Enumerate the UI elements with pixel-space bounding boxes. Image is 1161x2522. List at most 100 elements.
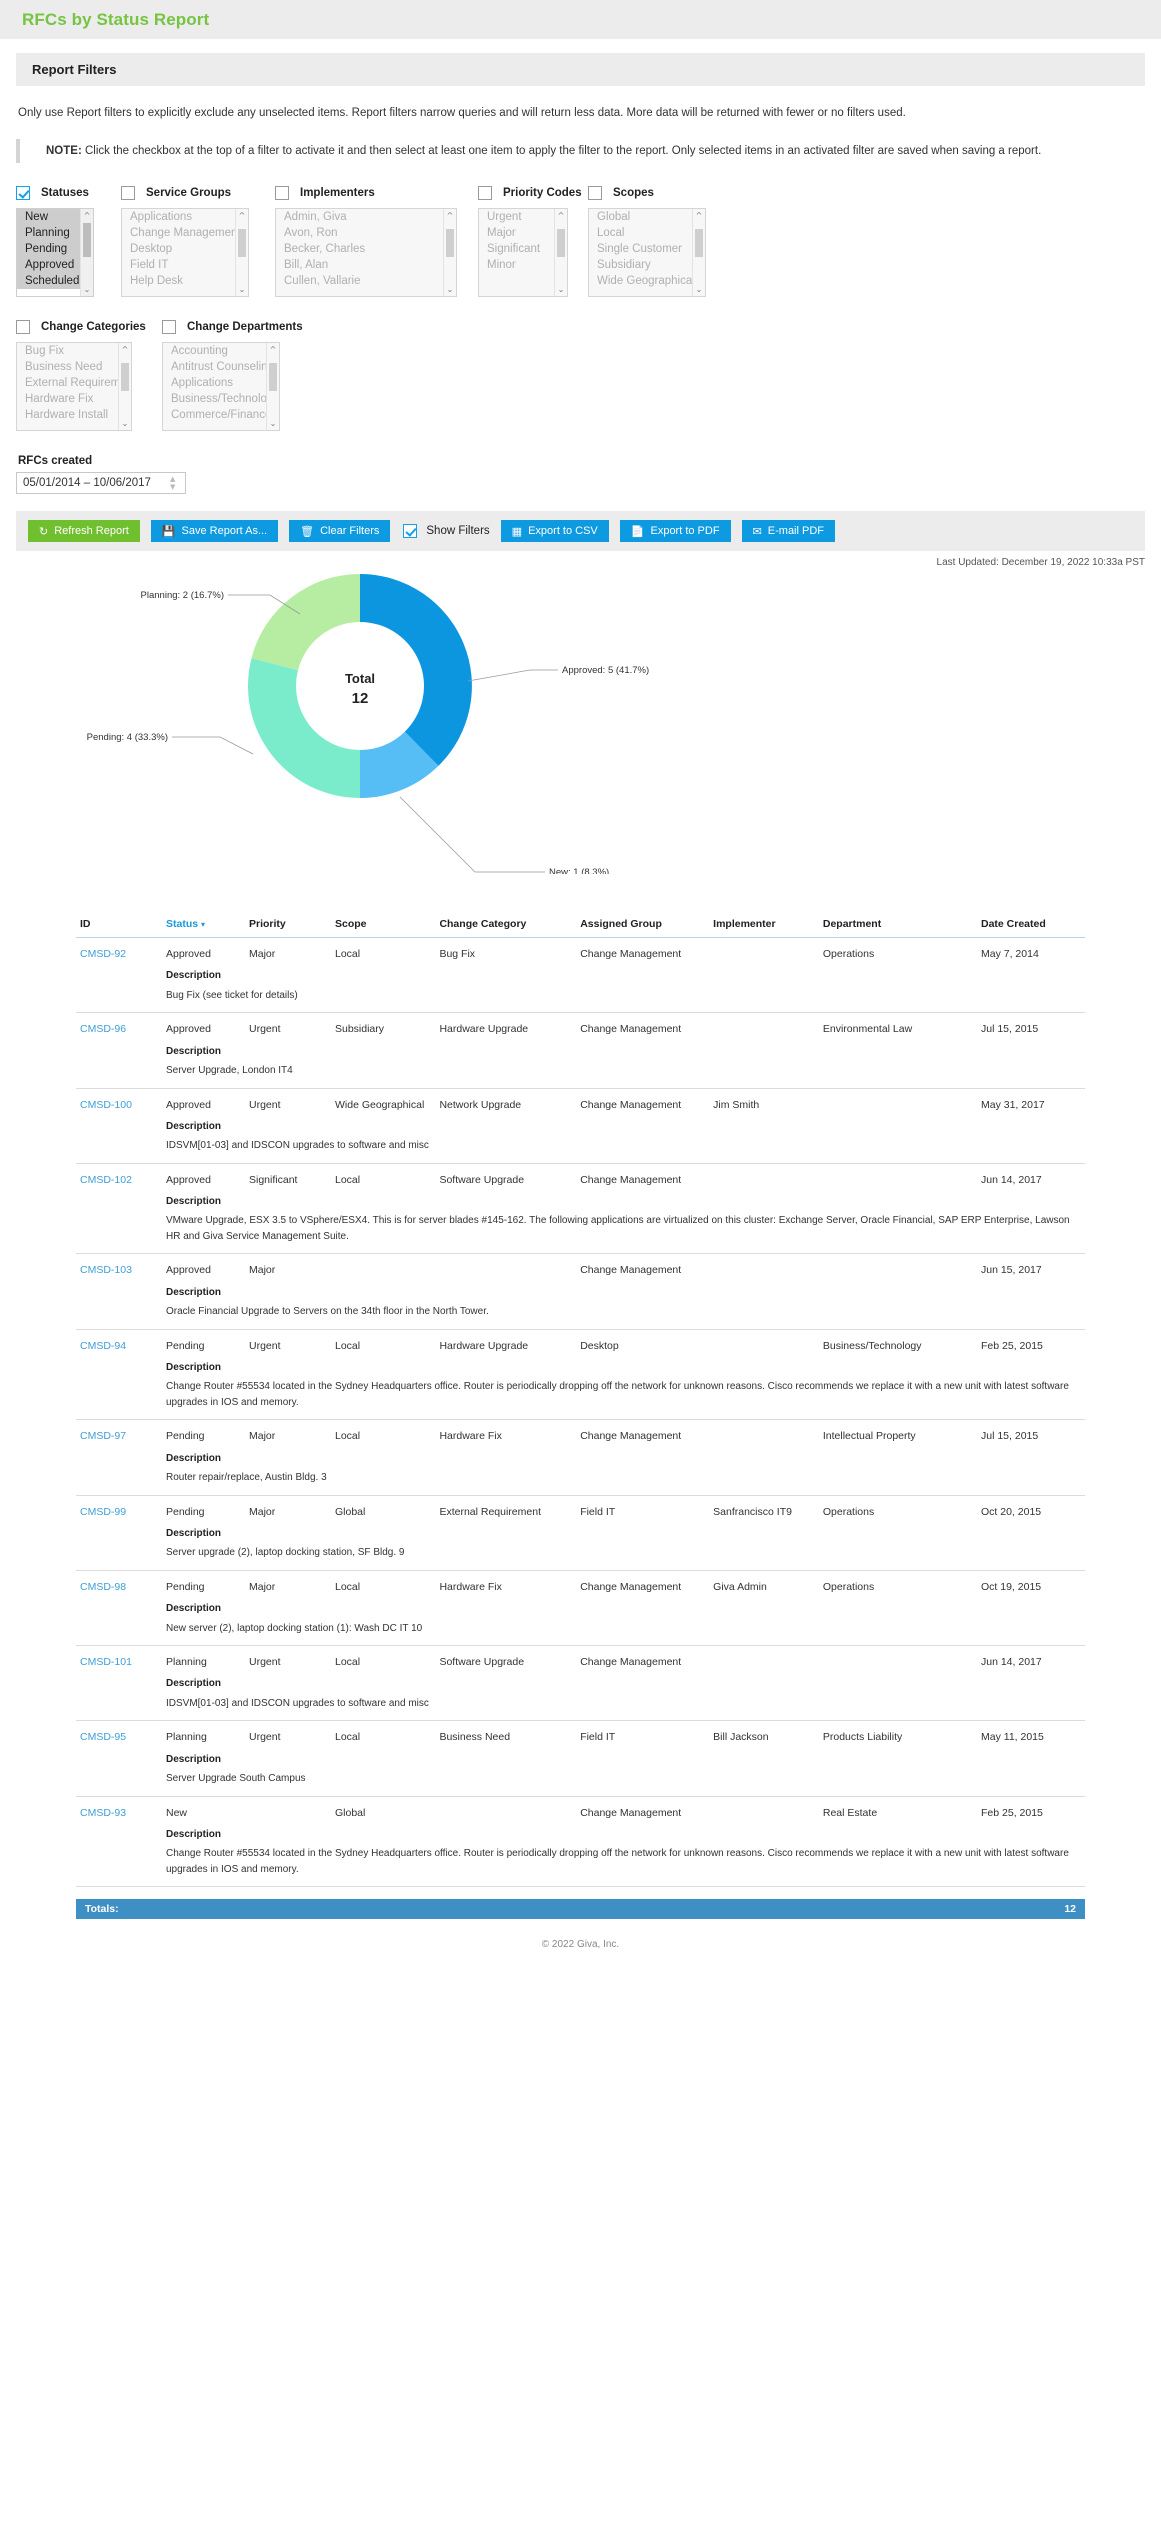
- statuses-scrollbar[interactable]: ^ ⌄: [80, 209, 93, 297]
- cell-id[interactable]: CMSD-101: [76, 1646, 162, 1671]
- cell-id[interactable]: CMSD-98: [76, 1570, 162, 1595]
- list-item[interactable]: Local: [589, 225, 705, 241]
- scroll-down-icon[interactable]: ⌄: [555, 283, 567, 296]
- rfc-id-link[interactable]: CMSD-95: [80, 1731, 126, 1743]
- scopes-scrollbar[interactable]: ^ ⌄: [692, 209, 705, 297]
- list-item[interactable]: Applications: [163, 375, 279, 391]
- list-item[interactable]: Bug Fix: [17, 343, 131, 359]
- change-departments-listbox[interactable]: Accounting Antitrust Counseling Applicat…: [162, 342, 280, 432]
- column-header-assigned-group[interactable]: Assigned Group: [576, 918, 710, 939]
- list-item[interactable]: External Requirement: [17, 375, 131, 391]
- rfc-id-link[interactable]: CMSD-92: [80, 948, 126, 960]
- scrollbar-thumb[interactable]: [446, 229, 454, 258]
- cell-id[interactable]: CMSD-96: [76, 1013, 162, 1038]
- scroll-down-icon[interactable]: ⌄: [81, 283, 93, 296]
- scrollbar-thumb[interactable]: [121, 363, 129, 392]
- column-header-id[interactable]: ID: [76, 918, 162, 939]
- scroll-down-icon[interactable]: ⌄: [444, 283, 456, 296]
- change-categories-checkbox[interactable]: [16, 320, 30, 335]
- column-header-department[interactable]: Department: [818, 918, 977, 939]
- scroll-up-icon[interactable]: ^: [444, 209, 456, 222]
- rfc-id-link[interactable]: CMSD-100: [80, 1099, 132, 1111]
- column-header-date-created[interactable]: Date Created: [977, 918, 1085, 939]
- show-filters-checkbox[interactable]: [403, 524, 418, 539]
- scrollbar-thumb[interactable]: [557, 229, 565, 258]
- rfc-id-link[interactable]: CMSD-96: [80, 1023, 126, 1035]
- list-item[interactable]: Cullen, Vallarie: [276, 273, 456, 289]
- list-item[interactable]: Business Need: [17, 359, 131, 375]
- column-header-scope[interactable]: Scope: [330, 918, 436, 939]
- column-header-priority[interactable]: Priority: [245, 918, 331, 939]
- change-categories-listbox[interactable]: Bug Fix Business Need External Requireme…: [16, 342, 132, 432]
- export-to-pdf-button[interactable]: 📄 Export to PDF: [619, 520, 731, 543]
- list-item[interactable]: Global: [589, 209, 705, 225]
- scrollbar-thumb[interactable]: [695, 229, 703, 258]
- column-header-change-category[interactable]: Change Category: [435, 918, 577, 939]
- cell-id[interactable]: CMSD-92: [76, 938, 162, 963]
- list-item[interactable]: Applications: [122, 209, 248, 225]
- scrollbar-thumb[interactable]: [83, 223, 91, 258]
- scrollbar-thumb[interactable]: [269, 363, 277, 392]
- refresh-report-button[interactable]: ↻ Refresh Report: [28, 520, 140, 543]
- list-item[interactable]: Bill, Alan: [276, 257, 456, 273]
- rfc-id-link[interactable]: CMSD-103: [80, 1264, 132, 1276]
- scroll-up-icon[interactable]: ^: [267, 343, 279, 356]
- scroll-down-icon[interactable]: ⌄: [693, 283, 705, 296]
- cell-id[interactable]: CMSD-94: [76, 1329, 162, 1354]
- list-item[interactable]: Field IT: [122, 257, 248, 273]
- scopes-checkbox[interactable]: [588, 186, 602, 201]
- service-groups-checkbox[interactable]: [121, 186, 135, 201]
- list-item[interactable]: Change Management: [122, 225, 248, 241]
- implementers-scrollbar[interactable]: ^ ⌄: [443, 209, 456, 297]
- rfc-id-link[interactable]: CMSD-99: [80, 1506, 126, 1518]
- email-pdf-button[interactable]: ✉ E-mail PDF: [741, 520, 836, 543]
- list-item[interactable]: Hardware Fix: [17, 391, 131, 407]
- show-filters-toggle[interactable]: Show Filters: [403, 524, 490, 539]
- rfc-id-link[interactable]: CMSD-94: [80, 1340, 126, 1352]
- cell-id[interactable]: CMSD-103: [76, 1254, 162, 1279]
- list-item[interactable]: Admin, Giva: [276, 209, 456, 225]
- list-item[interactable]: Wide Geographical: [589, 273, 705, 289]
- implementers-listbox[interactable]: Admin, Giva Avon, Ron Becker, Charles Bi…: [275, 208, 457, 298]
- export-to-csv-button[interactable]: ▦ Export to CSV: [500, 520, 609, 543]
- scroll-down-icon[interactable]: ⌄: [236, 283, 248, 296]
- clear-filters-button[interactable]: 🗑 Clear Filters: [289, 520, 391, 543]
- service-groups-listbox[interactable]: Applications Change Management Desktop F…: [121, 208, 249, 298]
- change-categories-scrollbar[interactable]: ^ ⌄: [118, 343, 131, 431]
- scroll-down-icon[interactable]: ⌄: [119, 417, 131, 430]
- priority-codes-scrollbar[interactable]: ^ ⌄: [554, 209, 567, 297]
- scroll-down-icon[interactable]: ⌄: [267, 417, 279, 430]
- date-stepper-icon[interactable]: ▲ ▼: [170, 476, 179, 491]
- list-item[interactable]: Becker, Charles: [276, 241, 456, 257]
- scroll-up-icon[interactable]: ^: [119, 343, 131, 356]
- statuses-checkbox[interactable]: [16, 186, 30, 201]
- scrollbar-thumb[interactable]: [238, 229, 246, 258]
- list-item[interactable]: Avon, Ron: [276, 225, 456, 241]
- scroll-up-icon[interactable]: ^: [693, 209, 705, 222]
- list-item[interactable]: Antitrust Counseling: [163, 359, 279, 375]
- cell-id[interactable]: CMSD-97: [76, 1420, 162, 1445]
- scroll-up-icon[interactable]: ^: [555, 209, 567, 222]
- priority-codes-checkbox[interactable]: [478, 186, 492, 201]
- priority-codes-listbox[interactable]: Urgent Major Significant Minor ^ ⌄: [478, 208, 568, 298]
- list-item[interactable]: Hardware Install: [17, 407, 131, 423]
- service-groups-scrollbar[interactable]: ^ ⌄: [235, 209, 248, 297]
- rfc-id-link[interactable]: CMSD-102: [80, 1174, 132, 1186]
- scopes-listbox[interactable]: Global Local Single Customer Subsidiary …: [588, 208, 706, 298]
- list-item[interactable]: Commerce/Finance: [163, 407, 279, 423]
- cell-id[interactable]: CMSD-93: [76, 1796, 162, 1821]
- list-item[interactable]: Help Desk: [122, 273, 248, 289]
- statuses-listbox[interactable]: New Planning Pending Approved Scheduled …: [16, 208, 94, 298]
- change-departments-scrollbar[interactable]: ^ ⌄: [266, 343, 279, 431]
- implementers-checkbox[interactable]: [275, 186, 289, 201]
- cell-id[interactable]: CMSD-100: [76, 1088, 162, 1113]
- list-item[interactable]: Business/Technology: [163, 391, 279, 407]
- cell-id[interactable]: CMSD-95: [76, 1721, 162, 1746]
- list-item[interactable]: Accounting: [163, 343, 279, 359]
- column-header-implementer[interactable]: Implementer: [709, 918, 819, 939]
- column-header-status[interactable]: Status ▾: [161, 918, 245, 939]
- rfc-id-link[interactable]: CMSD-93: [80, 1807, 126, 1819]
- save-report-as-button[interactable]: 💾 Save Report As...: [150, 520, 279, 543]
- scroll-up-icon[interactable]: ^: [236, 209, 248, 222]
- scroll-up-icon[interactable]: ^: [81, 209, 93, 222]
